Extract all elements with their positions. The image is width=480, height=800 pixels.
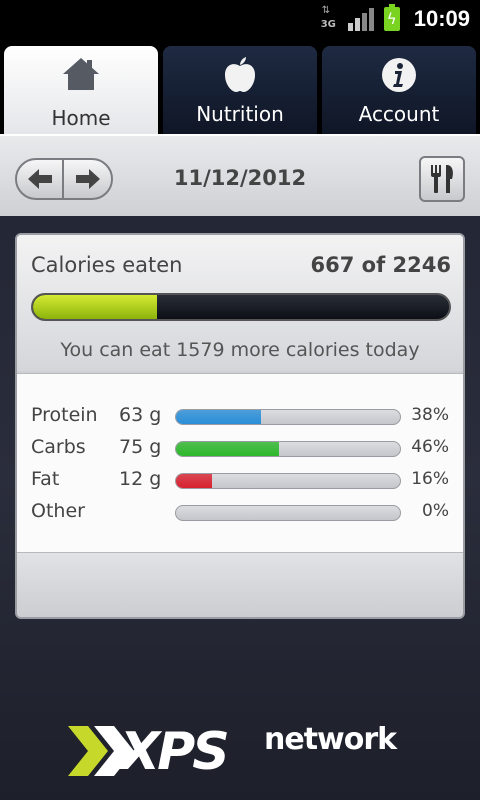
macro-percent: 16% <box>411 469 449 489</box>
logo-mark: XPS <box>120 722 230 782</box>
macro-progress-bar <box>175 409 401 425</box>
arrow-right-icon <box>75 169 100 189</box>
tab-home[interactable]: Home <box>4 46 158 138</box>
macro-grams: 63 g <box>119 404 162 426</box>
macro-row-protein: Protein 63 g 38% <box>17 402 463 434</box>
macro-row-fat: Fat 12 g 16% <box>17 466 463 498</box>
macro-grams: 75 g <box>119 436 162 458</box>
card-footer <box>17 553 463 617</box>
home-icon <box>63 58 99 90</box>
tab-bar: Home Nutrition Account <box>0 38 480 138</box>
macro-name: Carbs <box>31 436 86 458</box>
calories-section: Calories eaten 667 of 2246 You can eat 1… <box>17 235 463 371</box>
macro-percent: 46% <box>411 437 449 457</box>
battery-charging-icon: ϟ <box>383 4 400 31</box>
apple-icon <box>225 57 255 92</box>
calories-progress-bar <box>31 293 451 321</box>
tab-account[interactable]: Account <box>322 46 476 134</box>
macro-name: Protein <box>31 404 98 426</box>
macro-row-carbs: Carbs 75 g 46% <box>17 434 463 466</box>
calories-progress-fill <box>33 295 157 319</box>
calories-label: Calories eaten <box>31 253 183 277</box>
macro-progress-fill <box>176 442 280 456</box>
xps-network-logo: XPS network <box>68 720 418 782</box>
calorie-summary-card: Calories eaten 667 of 2246 You can eat 1… <box>15 233 465 619</box>
macro-name: Fat <box>31 468 60 490</box>
next-day-button[interactable] <box>64 160 111 198</box>
macro-progress-fill <box>176 410 262 424</box>
calories-value: 667 of 2246 <box>310 253 451 277</box>
macro-percent: 0% <box>422 501 449 521</box>
macro-progress-fill <box>176 474 212 488</box>
network-3g-icon: ⇅ 3G <box>320 5 336 31</box>
macro-progress-bar <box>175 505 401 521</box>
meals-button[interactable] <box>419 156 465 202</box>
arrow-left-icon <box>27 169 52 189</box>
date-bar: 11/12/2012 <box>0 134 480 216</box>
tab-label: Home <box>51 106 111 130</box>
macro-percent: 38% <box>411 405 449 425</box>
cutlery-icon <box>431 165 453 193</box>
macro-grams: 12 g <box>119 468 162 490</box>
signal-strength-icon <box>347 7 374 31</box>
status-time: 10:09 <box>413 6 470 31</box>
info-icon <box>382 58 416 92</box>
macro-progress-bar <box>175 473 401 489</box>
previous-day-button[interactable] <box>17 160 64 198</box>
tab-label: Account <box>358 102 440 126</box>
macro-name: Other <box>31 500 85 522</box>
current-date: 11/12/2012 <box>173 166 307 190</box>
macro-progress-bar <box>175 441 401 457</box>
tab-label: Nutrition <box>196 102 284 126</box>
date-navigation <box>15 158 113 200</box>
calories-remaining-text: You can eat 1579 more calories today <box>60 339 420 361</box>
status-bar: ⇅ 3G ϟ 10:09 <box>0 0 480 38</box>
logo-text: network <box>264 722 397 757</box>
tab-nutrition[interactable]: Nutrition <box>163 46 317 134</box>
macro-row-other: Other 0% <box>17 498 463 530</box>
macro-breakdown: Protein 63 g 38% Carbs 75 g 46% Fat 12 g… <box>17 373 463 553</box>
